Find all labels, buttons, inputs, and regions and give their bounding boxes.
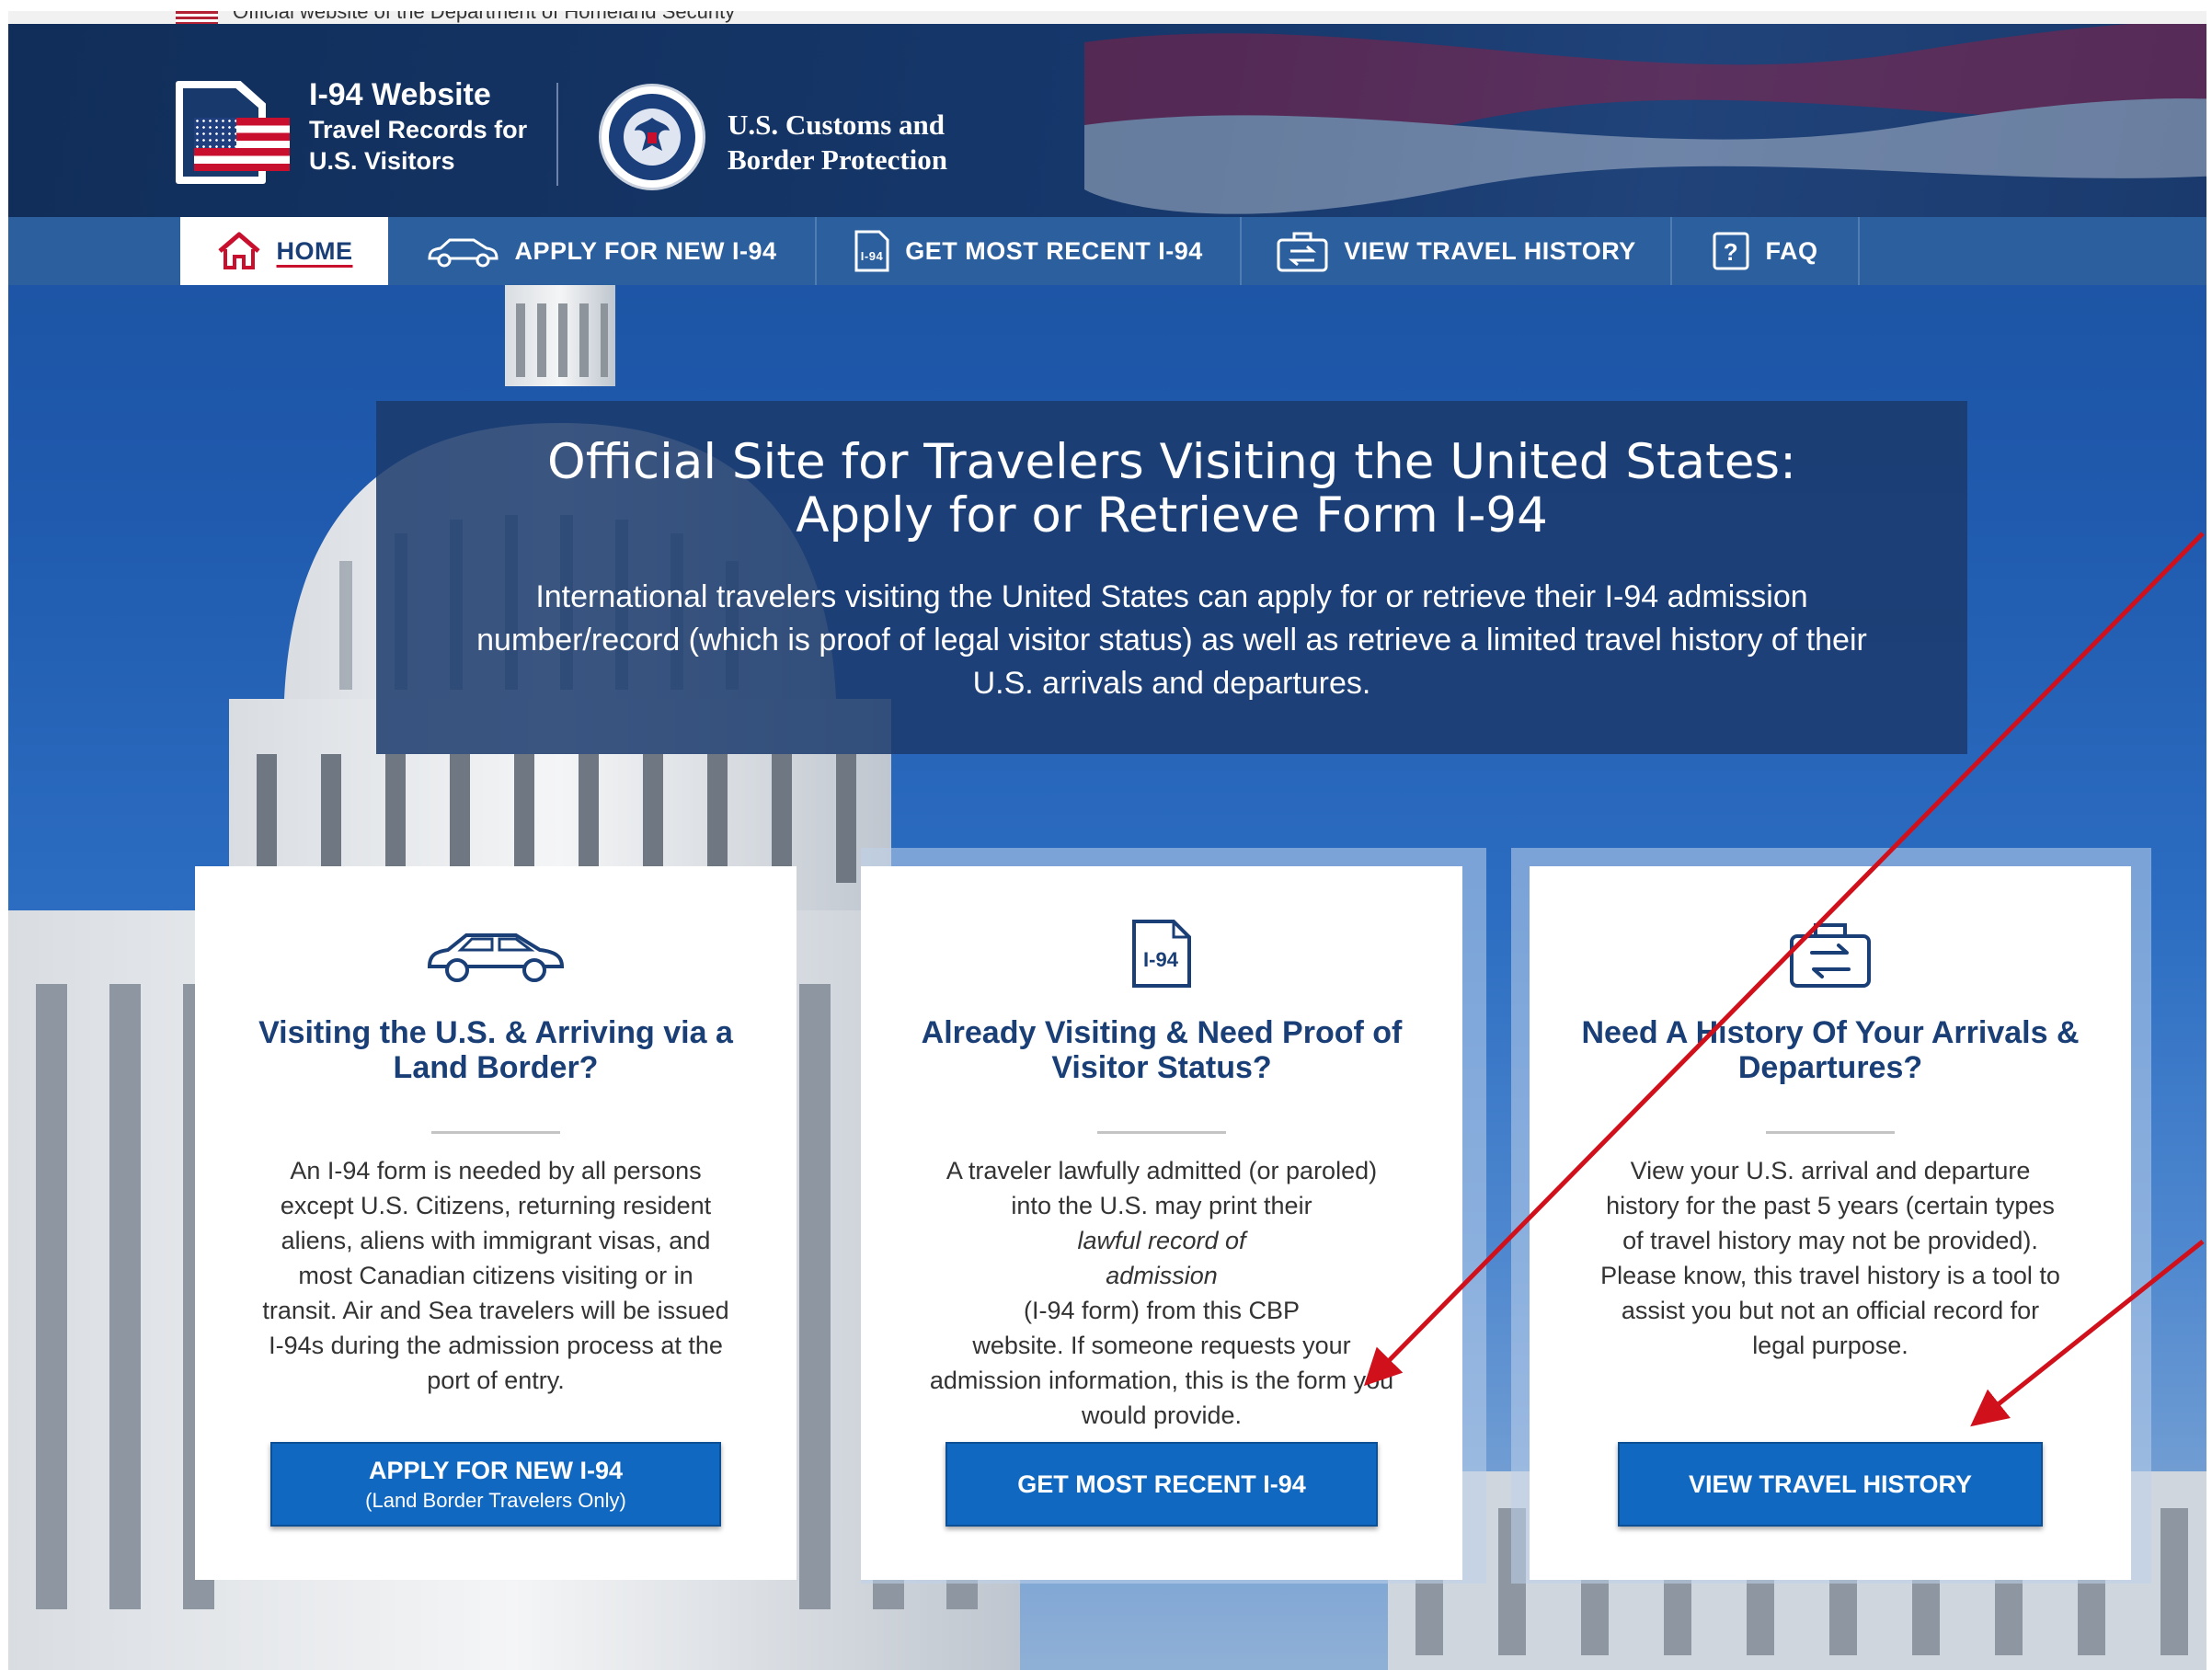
svg-text:?: ? [1724,238,1738,266]
button-sublabel: (Land Border Travelers Only) [365,1488,626,1512]
get-most-recent-i94-button[interactable]: GET MOST RECENT I-94 [946,1442,1378,1527]
card-title-line2: Visitor Status? [1051,1050,1272,1085]
card-text-line: I-94s during the admission process at th… [269,1332,723,1359]
card-divider [431,1131,560,1134]
card-text-line: An I-94 form is needed by all persons [290,1157,702,1184]
card-title-line2: Departures? [1737,1050,1923,1085]
card-title-line2: Land Border? [393,1050,599,1085]
header-divider [556,83,558,186]
intro-panel: Official Site for Travelers Visiting the… [376,401,1967,754]
gov-banner: Official website of the Department of Ho… [8,11,2206,24]
i94-document-icon: I-94 [854,229,890,273]
nav-view-travel-history[interactable]: VIEW TRAVEL HISTORY [1242,217,1672,285]
card-text-line: admission information, this is the form … [929,1367,1394,1394]
question-icon: ? [1712,231,1750,271]
travel-history-icon [1530,912,2131,995]
card-text-line: most Canadian citizens visiting or in [298,1262,693,1289]
house-icon [216,231,262,271]
nav-apply-new-i94[interactable]: APPLY FOR NEW I-94 [388,217,817,285]
card-text-line: transit. Air and Sea travelers will be i… [262,1297,729,1324]
card-text-line: of travel history may not be provided). [1622,1227,2038,1254]
travel-history-icon [1276,229,1329,273]
card-text-line: aliens, aliens with immigrant visas, and [281,1227,711,1254]
card-divider [1766,1131,1895,1134]
card-divider [1097,1131,1226,1134]
card-description: An I-94 form is needed by all persons ex… [232,1153,760,1398]
card-title: Visiting the U.S. & Arriving via a Land … [223,1015,769,1085]
intro-body-line2: number/record (which is proof of legal v… [476,623,1867,658]
button-label: GET MOST RECENT I-94 [1017,1470,1306,1498]
nav-get-most-recent-i94[interactable]: I-94 GET MOST RECENT I-94 [817,217,1242,285]
nav-view-label: VIEW TRAVEL HISTORY [1344,236,1636,265]
card-text-line: except U.S. Citizens, returning resident [280,1192,712,1219]
main-nav: HOME APPLY FOR NEW I-94 I-94 GET MOST RE… [8,217,2206,285]
agency-name-line1: U.S. Customs and [728,109,946,141]
us-flag-icon [176,11,218,24]
us-flag-icon [194,118,290,171]
nav-home-label: HOME [276,236,353,265]
flag-wave-decoration [1084,24,2206,214]
nav-apply-label: APPLY FOR NEW I-94 [514,236,777,265]
card-title-line1: Need A History Of Your Arrivals & [1581,1015,2080,1050]
intro-body: International travelers visiting the Uni… [413,576,1931,705]
intro-body-line3: U.S. arrivals and departures. [972,666,1371,701]
intro-title-line1: Official Site for Travelers Visiting the… [547,434,1796,490]
hero-section: Official Site for Travelers Visiting the… [8,285,2206,1670]
card-title: Need A History Of Your Arrivals & Depart… [1557,1015,2103,1085]
view-travel-history-button[interactable]: VIEW TRAVEL HISTORY [1618,1442,2043,1527]
card-text-emphasis: lawful record of [1077,1227,1246,1254]
agency-name-line2: Border Protection [728,143,948,176]
card-proof-of-status: I-94 Already Visiting & Need Proof of Vi… [861,866,1462,1580]
i94-icon-text: I-94 [861,249,884,263]
nav-home[interactable]: HOME [180,217,388,285]
nav-faq-label: FAQ [1765,236,1818,265]
card-text-emphasis: admission [1106,1262,1218,1289]
intro-title-line2: Apply for or Retrieve Form I-94 [796,487,1548,543]
card-description: A traveler lawfully admitted (or paroled… [898,1153,1426,1433]
site-title: I-94 Website [309,77,491,112]
gov-banner-text: Official website of the Department of Ho… [233,11,736,23]
card-text-line: history for the past 5 years (certain ty… [1606,1192,2055,1219]
dhs-seal-icon [602,86,703,188]
card-text-line: admission (I-94 form) from this CBP [898,1258,1426,1328]
card-text-line: would provide. [1081,1401,1243,1429]
card-title-line1: Already Visiting & Need Proof of [921,1015,1403,1050]
card-description: View your U.S. arrival and departure his… [1566,1153,2094,1363]
site-subtitle-line2: U.S. Visitors [309,147,455,175]
card-text-line: legal purpose. [1752,1332,1908,1359]
card-text-fragment: into the U.S. may print their [1011,1192,1312,1219]
intro-title: Official Site for Travelers Visiting the… [376,436,1967,543]
intro-body-line1: International travelers visiting the Uni… [535,579,1808,614]
card-text-line: Please know, this travel history is a to… [1600,1262,2060,1289]
i94-icon-text: I-94 [1143,948,1179,971]
i94-document-icon: I-94 [861,912,1462,995]
browser-viewport: Official website of the Department of Ho… [8,11,2206,1670]
card-title: Already Visiting & Need Proof of Visitor… [888,1015,1435,1085]
card-travel-history: Need A History Of Your Arrivals & Depart… [1530,866,2131,1580]
car-icon [195,912,797,995]
site-subtitle-line1: Travel Records for [309,116,528,143]
apply-new-i94-button[interactable]: APPLY FOR NEW I-94 (Land Border Traveler… [270,1442,721,1527]
button-label: VIEW TRAVEL HISTORY [1688,1470,1973,1498]
card-title-line1: Visiting the U.S. & Arriving via a [258,1015,733,1050]
card-text-fragment: (I-94 form) from this CBP [1023,1297,1301,1324]
card-text-line: website. If someone requests your [972,1332,1351,1359]
card-text-line: View your U.S. arrival and departure [1630,1157,2031,1184]
card-land-border: Visiting the U.S. & Arriving via a Land … [195,866,797,1580]
button-label: APPLY FOR NEW I-94 [368,1456,624,1484]
site-header: I-94 Website Travel Records for U.S. Vis… [8,24,2206,228]
nav-faq[interactable]: ? FAQ [1672,217,1860,285]
card-text-line: assist you but not an official record fo… [1621,1297,2040,1324]
nav-get-label: GET MOST RECENT I-94 [905,236,1203,265]
card-text-line: port of entry. [427,1367,565,1394]
car-icon [426,233,499,269]
card-text-line: into the U.S. may print their lawful rec… [898,1188,1426,1258]
card-text-line: A traveler lawfully admitted (or paroled… [946,1157,1378,1184]
